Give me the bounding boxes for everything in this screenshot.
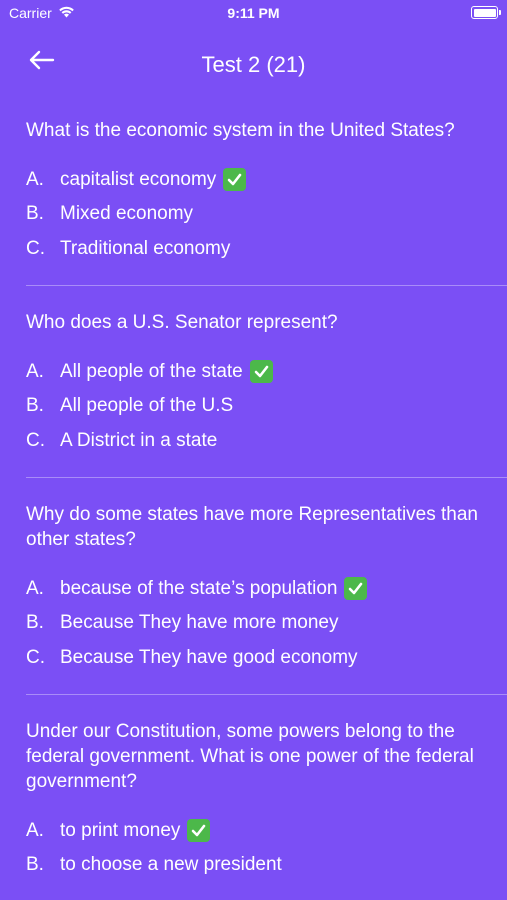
answer-letter: C. xyxy=(26,237,45,259)
checkmark-icon xyxy=(187,819,211,842)
answer-text: All people of the state xyxy=(60,360,243,382)
nav-bar: Test 2 (21) xyxy=(0,40,507,88)
answer-text: Mixed economy xyxy=(60,203,194,224)
answer-text: capitalist economy xyxy=(60,168,217,190)
question-list: What is the economic system in the Unite… xyxy=(26,118,507,887)
answer-option: C. A District in a state xyxy=(26,428,481,453)
question-item: Why do some states have more Representat… xyxy=(26,502,507,670)
divider xyxy=(26,285,507,286)
answer-text: because of the state’s population xyxy=(60,577,338,599)
question-text: Who does a U.S. Senator represent? xyxy=(26,312,338,333)
page-title: Test 2 (21) xyxy=(201,52,306,77)
answer-option: A. capitalist economy xyxy=(26,167,481,192)
answer-option: B. to choose a new president xyxy=(26,853,481,878)
answer-letter: C. xyxy=(26,429,45,451)
answer-letter: A. xyxy=(26,360,44,382)
answer-option: A. because of the state’s population xyxy=(26,576,481,601)
question-item: What is the economic system in the Unite… xyxy=(26,118,507,261)
answer-text: to choose a new president xyxy=(60,854,282,875)
answer-option: A. to print money xyxy=(26,818,481,843)
answer-text: Because They have more money xyxy=(60,612,339,633)
answer-letter: B. xyxy=(26,854,44,875)
question-item: Under our Constitution, some powers belo… xyxy=(26,719,507,878)
status-bar: Carrier 9:11 PM xyxy=(0,0,507,28)
question-text: Why do some states have more Representat… xyxy=(26,504,479,550)
answer-text: to print money xyxy=(60,819,181,841)
answer-letter: A. xyxy=(26,577,44,599)
answer-option: B. Because They have more money xyxy=(26,611,481,636)
battery-icon xyxy=(471,6,501,19)
answer-option: B. Mixed economy xyxy=(26,202,481,227)
answer-letter: A. xyxy=(26,168,44,190)
answer-text: Because They have good economy xyxy=(60,646,358,668)
answer-text: Traditional economy xyxy=(60,237,231,259)
question-text: What is the economic system in the Unite… xyxy=(26,120,455,141)
checkmark-icon xyxy=(344,577,368,600)
answer-option: C. Traditional economy xyxy=(26,236,481,261)
answer-text: All people of the U.S xyxy=(60,395,234,416)
answer-letter: B. xyxy=(26,395,44,416)
checkmark-icon xyxy=(223,168,247,191)
answer-text: A District in a state xyxy=(60,429,218,451)
status-time: 9:11 PM xyxy=(227,5,280,21)
answer-option: A. All people of the state xyxy=(26,359,481,384)
answer-letter: A. xyxy=(26,819,44,841)
answer-letter: B. xyxy=(26,612,44,633)
answer-option: B. All people of the U.S xyxy=(26,394,481,419)
divider xyxy=(26,694,507,695)
question-item: Who does a U.S. Senator represent? A. Al… xyxy=(26,310,507,453)
answer-letter: B. xyxy=(26,203,44,224)
answer-letter: C. xyxy=(26,646,45,668)
divider xyxy=(26,477,507,478)
answer-option: C. Because They have good economy xyxy=(26,645,481,670)
checkmark-icon xyxy=(249,360,273,383)
question-text: Under our Constitution, some powers belo… xyxy=(26,721,474,792)
